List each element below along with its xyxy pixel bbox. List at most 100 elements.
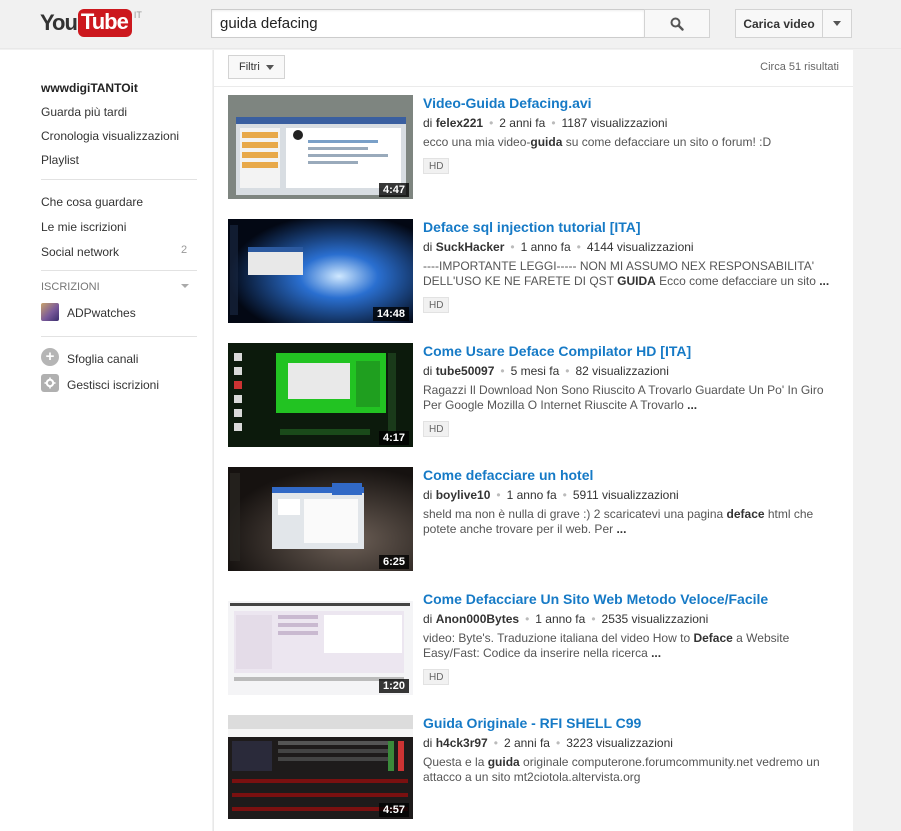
filter-button[interactable]: Filtri [228,55,285,79]
by-label: di [423,364,433,378]
video-description: video: Byte's. Traduzione italiana del v… [423,631,790,660]
video-description: Ragazzi Il Download Non Sono Riuscito A … [423,383,824,412]
by-label: di [423,736,433,750]
video-meta: di boylive10 • 1 anno fa • 5911 visualizzazi… [423,488,679,502]
hd-badge: HD [423,669,450,685]
view-count: 82 visualizzazioni [575,364,669,378]
list-item: 4:57 Guida Originale - RFI SHELL C99 di … [228,715,848,819]
view-count: 4144 visualizzazioni [586,240,694,254]
channel-link[interactable]: felex221 [436,116,483,130]
chevron-down-icon [265,64,274,70]
video-thumbnail[interactable]: 4:47 [228,95,413,199]
by-label: di [423,240,433,254]
sidebar-divider [41,270,197,271]
logo-tube-text: Tube [77,9,132,37]
view-count: 1187 visualizzazioni [561,116,668,130]
view-count: 2535 visualizzazioni [601,612,709,626]
video-title[interactable]: Guida Originale - RFI SHELL C99 [423,715,641,731]
list-item: 6:25 Come defacciare un hotel di boylive… [228,467,848,571]
upload-button[interactable]: Carica video [735,9,823,38]
video-duration: 4:17 [378,431,409,445]
subscription-item-adpwatches[interactable]: ADPwatches [67,306,136,320]
collapse-caret-icon[interactable] [181,284,189,288]
video-meta: di SuckHacker • 1 anno fa • 4144 visualizzaz… [423,240,694,254]
subscriptions-heading[interactable]: ISCRIZIONI [41,281,100,293]
youtube-logo[interactable]: You Tube IT [40,9,142,39]
filter-label: Filtri [239,61,260,73]
video-title[interactable]: Deface sql injection tutorial [ITA] [423,219,641,235]
sidebar-item-history[interactable]: Cronologia visualizzazioni [41,129,179,143]
by-label: di [423,488,433,502]
search-icon [670,17,684,31]
social-count-badge: 2 [181,244,188,256]
view-count: 3223 visualizzazioni [566,736,673,750]
video-duration: 14:48 [372,307,409,321]
list-item: 4:47 Video-Guida Defacing.avi di felex22… [228,95,848,199]
video-thumbnail[interactable]: 1:20 [228,591,413,695]
upload-age: 2 anni fa [499,116,546,130]
video-thumbnail[interactable]: 14:48 [228,219,413,323]
video-thumbnail[interactable]: 4:57 [228,715,413,819]
upload-age: 2 anni fa [503,736,550,750]
video-meta: di h4ck3r97 • 2 anni fa • 3223 visualizzazio… [423,736,673,750]
logo-you-text: You [40,10,78,35]
video-thumbnail[interactable]: 6:25 [228,467,413,571]
upload-age: 1 anno fa [535,612,586,626]
plus-icon: + [41,348,59,366]
logo-country-code: IT [133,10,142,20]
sidebar-username[interactable]: wwwdigiTANTOit [41,81,138,95]
list-item: 14:48 Deface sql injection tutorial [ITA… [228,219,848,323]
channel-link[interactable]: tube50097 [436,364,495,378]
video-meta: di tube50097 • 5 mesi fa • 82 visualizzazion… [423,364,669,378]
video-meta: di Anon000Bytes • 1 anno fa • 2535 visualizz… [423,612,709,626]
sidebar-item-what-to-watch[interactable]: Che cosa guardare [41,195,143,209]
upload-age: 1 anno fa [520,240,571,254]
hd-badge: HD [423,158,450,174]
by-label: di [423,612,433,626]
video-title[interactable]: Come defacciare un hotel [423,467,593,483]
sidebar-item-social[interactable]: Social network [41,245,119,259]
hd-badge: HD [423,297,450,313]
video-duration: 6:25 [378,555,409,569]
video-duration: 1:20 [378,679,409,693]
upload-age: 1 anno fa [506,488,557,502]
video-title[interactable]: Video-Guida Defacing.avi [423,95,592,111]
sidebar-item-my-subscriptions[interactable]: Le mie iscrizioni [41,220,126,234]
list-item: 1:20 Come Defacciare Un Sito Web Metodo … [228,591,848,695]
video-title[interactable]: Come Usare Deface Compilator HD [ITA] [423,343,691,359]
video-thumbnail[interactable]: 4:17 [228,343,413,447]
search-input[interactable] [212,10,644,37]
upload-dropdown-button[interactable] [822,9,852,38]
sidebar-item-watch-later[interactable]: Guarda più tardi [41,105,127,119]
video-description: ecco una mia video-guida su come defacci… [423,135,772,149]
by-label: di [423,116,433,130]
video-duration: 4:47 [378,183,409,197]
chevron-down-icon [833,21,841,26]
video-description: ----IMPORTANTE LEGGI----- NON MI ASSUMO … [423,259,830,288]
channel-link[interactable]: boylive10 [436,488,491,502]
video-meta: di felex221 • 2 anni fa • 1187 visualizzazio… [423,116,668,130]
list-item: 4:17 Come Usare Deface Compilator HD [IT… [228,343,848,447]
video-title[interactable]: Come Defacciare Un Sito Web Metodo Veloc… [423,591,768,607]
channel-link[interactable]: Anon000Bytes [436,612,519,626]
search-button[interactable] [644,9,710,38]
channel-link[interactable]: h4ck3r97 [436,736,488,750]
search-box [211,9,645,38]
hd-badge: HD [423,421,450,437]
channel-link[interactable]: SuckHacker [436,240,505,254]
view-count: 5911 visualizzazioni [572,488,679,502]
sidebar-divider [41,179,197,180]
avatar [41,303,59,321]
upload-age: 5 mesi fa [510,364,560,378]
video-duration: 4:57 [378,803,409,817]
video-description: Questa e la guida originale computerone.… [423,755,820,784]
results-divider [214,86,853,87]
sidebar-item-playlists[interactable]: Playlist [41,153,79,167]
video-description: sheld ma non è nulla di grave :) 2 scari… [423,507,814,536]
sidebar-item-browse-channels[interactable]: Sfoglia canali [67,352,138,366]
sidebar-item-manage-subscriptions[interactable]: Gestisci iscrizioni [67,378,159,392]
result-count: Circa 51 risultati [760,61,839,73]
gear-icon [41,374,59,392]
sidebar [0,50,212,831]
sidebar-divider [41,336,197,337]
